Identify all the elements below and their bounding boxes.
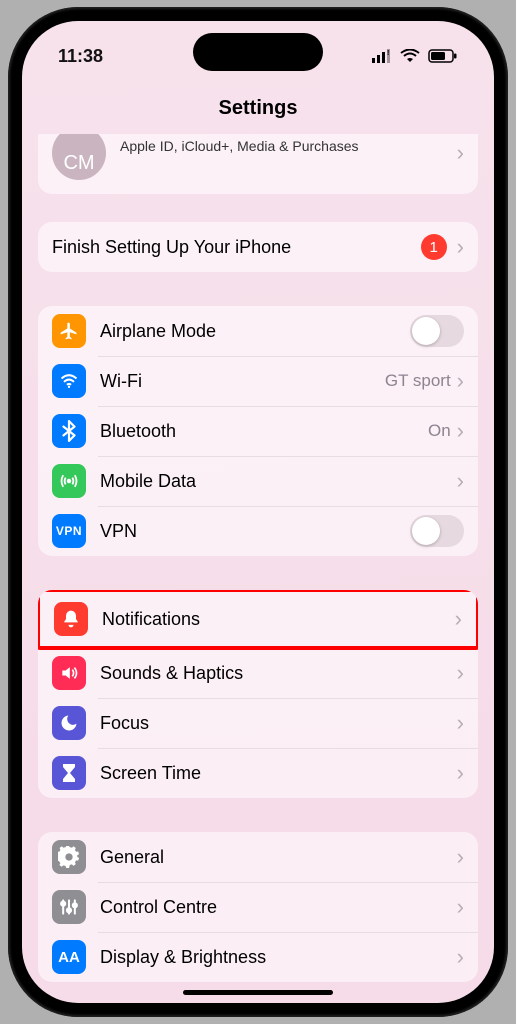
chevron-right-icon: › bbox=[457, 760, 464, 786]
chevron-right-icon: › bbox=[457, 710, 464, 736]
airplane-toggle[interactable] bbox=[410, 315, 464, 347]
chevron-right-icon: › bbox=[457, 368, 464, 394]
sounds-row[interactable]: Sounds & Haptics › bbox=[38, 648, 478, 698]
sounds-label: Sounds & Haptics bbox=[100, 663, 457, 684]
avatar: CM bbox=[52, 134, 106, 180]
notifications-row[interactable]: Notifications › bbox=[40, 592, 476, 646]
screen: 11:38 ! Settings CM Chris M bbox=[22, 21, 494, 1003]
general-group: General › Control Centre › AA Display & … bbox=[38, 832, 478, 982]
finish-setup-group: Finish Setting Up Your iPhone 1 › bbox=[38, 222, 478, 272]
svg-text:!: ! bbox=[387, 50, 389, 57]
airplane-icon bbox=[52, 314, 86, 348]
bluetooth-icon bbox=[52, 414, 86, 448]
wifi-row[interactable]: Wi-Fi GT sport › bbox=[38, 356, 478, 406]
phone-frame: 11:38 ! Settings CM Chris M bbox=[8, 7, 508, 1017]
notifications-group: Notifications › Sounds & Haptics › Focus bbox=[38, 590, 478, 798]
gear-icon bbox=[52, 840, 86, 874]
notifications-label: Notifications bbox=[102, 609, 455, 630]
chevron-right-icon: › bbox=[457, 944, 464, 970]
control-centre-row[interactable]: Control Centre › bbox=[38, 882, 478, 932]
focus-row[interactable]: Focus › bbox=[38, 698, 478, 748]
status-time: 11:38 bbox=[58, 46, 103, 67]
finish-setup-row[interactable]: Finish Setting Up Your iPhone 1 › bbox=[38, 222, 478, 272]
hourglass-icon bbox=[52, 756, 86, 790]
dynamic-island bbox=[193, 33, 323, 71]
wifi-settings-icon bbox=[52, 364, 86, 398]
chevron-right-icon: › bbox=[457, 140, 464, 166]
connectivity-group: Airplane Mode Wi-Fi GT sport › Bluetooth bbox=[38, 306, 478, 556]
page-title: Settings bbox=[22, 79, 494, 134]
speaker-icon bbox=[52, 656, 86, 690]
settings-list[interactable]: CM Chris Mania Apple ID, iCloud+, Media … bbox=[22, 134, 494, 1003]
bluetooth-value: On bbox=[428, 421, 451, 441]
chevron-right-icon: › bbox=[457, 234, 464, 260]
vpn-icon: VPN bbox=[52, 514, 86, 548]
vpn-toggle[interactable] bbox=[410, 515, 464, 547]
chevron-right-icon: › bbox=[457, 418, 464, 444]
apple-id-row[interactable]: CM Chris Mania Apple ID, iCloud+, Media … bbox=[38, 134, 478, 194]
general-label: General bbox=[100, 847, 457, 868]
battery-icon bbox=[428, 49, 458, 63]
highlight-notifications: Notifications › bbox=[38, 590, 478, 650]
profile-subtitle: Apple ID, iCloud+, Media & Purchases bbox=[120, 138, 457, 154]
general-row[interactable]: General › bbox=[38, 832, 478, 882]
screentime-label: Screen Time bbox=[100, 763, 457, 784]
display-brightness-row[interactable]: AA Display & Brightness › bbox=[38, 932, 478, 982]
badge-count: 1 bbox=[421, 234, 447, 260]
bell-icon bbox=[54, 602, 88, 636]
text-size-icon: AA bbox=[52, 940, 86, 974]
profile-group: CM Chris Mania Apple ID, iCloud+, Media … bbox=[38, 134, 478, 194]
moon-icon bbox=[52, 706, 86, 740]
chevron-right-icon: › bbox=[457, 894, 464, 920]
finish-setup-label: Finish Setting Up Your iPhone bbox=[52, 237, 421, 258]
wifi-label: Wi-Fi bbox=[100, 371, 385, 392]
vpn-row[interactable]: VPN VPN bbox=[38, 506, 478, 556]
vpn-label: VPN bbox=[100, 521, 410, 542]
wifi-icon bbox=[400, 49, 420, 63]
wifi-value: GT sport bbox=[385, 371, 451, 391]
airplane-label: Airplane Mode bbox=[100, 321, 410, 342]
mobile-data-label: Mobile Data bbox=[100, 471, 457, 492]
bluetooth-label: Bluetooth bbox=[100, 421, 428, 442]
chevron-right-icon: › bbox=[457, 844, 464, 870]
focus-label: Focus bbox=[100, 713, 457, 734]
chevron-right-icon: › bbox=[457, 468, 464, 494]
antenna-icon bbox=[52, 464, 86, 498]
bluetooth-row[interactable]: Bluetooth On › bbox=[38, 406, 478, 456]
home-indicator[interactable] bbox=[183, 990, 333, 995]
chevron-right-icon: › bbox=[455, 606, 462, 632]
mobile-data-row[interactable]: Mobile Data › bbox=[38, 456, 478, 506]
display-label: Display & Brightness bbox=[100, 947, 457, 968]
sliders-icon bbox=[52, 890, 86, 924]
screen-time-row[interactable]: Screen Time › bbox=[38, 748, 478, 798]
control-centre-label: Control Centre bbox=[100, 897, 457, 918]
airplane-mode-row[interactable]: Airplane Mode bbox=[38, 306, 478, 356]
cellular-icon: ! bbox=[372, 49, 392, 63]
chevron-right-icon: › bbox=[457, 660, 464, 686]
